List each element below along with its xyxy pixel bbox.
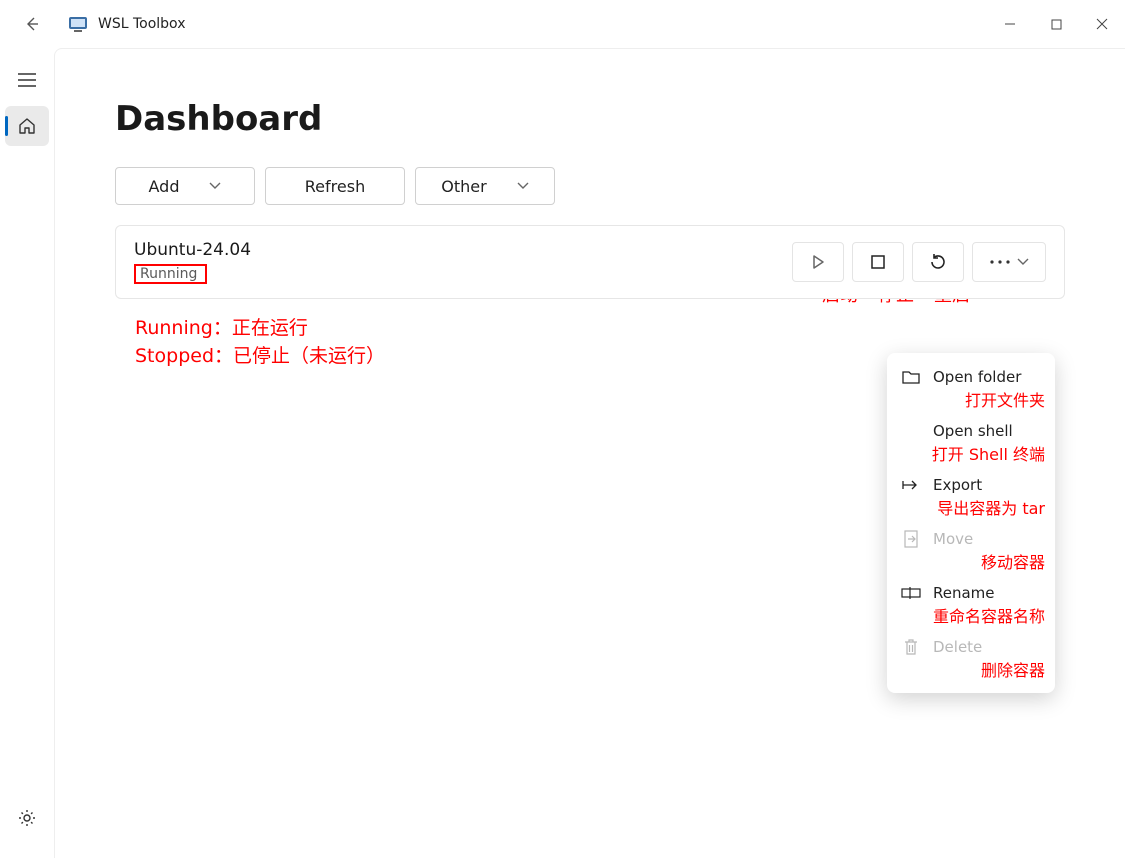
home-icon [18,117,36,135]
menu-export[interactable]: Export [887,469,1055,495]
distro-section: 启动 停止 重启 Ubuntu-24.04 Running [115,225,1065,370]
menu-open-folder[interactable]: Open folder [887,361,1055,387]
more-actions-button[interactable] [972,242,1046,282]
menu-open-folder-label: Open folder [933,368,1021,386]
anno-export: 导出容器为 tar [887,495,1055,523]
menu-export-label: Export [933,476,982,494]
export-icon [901,475,921,495]
menu-open-shell[interactable]: Open shell [887,415,1055,441]
toolbar: Add Refresh Other [115,167,1065,205]
other-button-label: Other [441,177,486,196]
chevron-down-icon [1017,258,1029,266]
refresh-button-label: Refresh [305,177,365,196]
menu-delete: Delete [887,631,1055,657]
window-controls [987,8,1125,40]
app-icon [68,14,88,34]
back-button[interactable] [12,16,52,32]
minimize-button[interactable] [987,8,1033,40]
main-content: Dashboard Add Refresh Other [54,48,1125,858]
chevron-down-icon [517,182,529,190]
play-icon [809,253,827,271]
trash-icon [901,637,921,657]
stop-button[interactable] [852,242,904,282]
menu-open-shell-label: Open shell [933,422,1013,440]
move-icon [901,529,921,549]
folder-icon [901,367,921,387]
start-button[interactable] [792,242,844,282]
app-title-group: WSL Toolbox [68,14,185,34]
anno-rename: 重命名容器名称 [887,603,1055,631]
sidebar [0,48,54,858]
page-title: Dashboard [115,99,1065,139]
distro-card: Ubuntu-24.04 Running [115,225,1065,299]
add-button-label: Add [149,177,180,196]
chevron-down-icon [209,182,221,190]
titlebar: WSL Toolbox [0,0,1125,48]
maximize-icon [1051,19,1062,30]
settings-button[interactable] [5,798,49,838]
sidebar-top [5,60,49,146]
shell-icon [901,421,921,441]
menu-move-label: Move [933,530,973,548]
distro-status: Running [134,264,207,284]
body-area: Dashboard Add Refresh Other [0,48,1125,858]
restart-button[interactable] [912,242,964,282]
context-menu: Open folder 打开文件夹 Open shell 打开 Shell 终端… [887,353,1055,693]
nav-item-home[interactable] [5,106,49,146]
distro-info: Ubuntu-24.04 Running [134,240,251,284]
close-icon [1096,18,1108,30]
rename-icon [901,583,921,603]
more-icon [989,259,1011,265]
close-button[interactable] [1079,8,1125,40]
refresh-button[interactable]: Refresh [265,167,405,205]
app-title: WSL Toolbox [98,16,185,32]
maximize-button[interactable] [1033,8,1079,40]
restart-icon [928,252,948,272]
distro-actions [792,242,1046,282]
anno-move: 移动容器 [887,549,1055,577]
nav-toggle-button[interactable] [5,60,49,100]
menu-move: Move [887,523,1055,549]
other-button[interactable]: Other [415,167,555,205]
menu-delete-label: Delete [933,638,982,656]
anno-delete: 删除容器 [887,657,1055,685]
gear-icon [17,808,37,828]
anno-open-folder: 打开文件夹 [887,387,1055,415]
add-button[interactable]: Add [115,167,255,205]
titlebar-left: WSL Toolbox [12,14,185,34]
anno-open-shell: 打开 Shell 终端 [887,441,1055,469]
distro-name: Ubuntu-24.04 [134,240,251,260]
menu-rename[interactable]: Rename [887,577,1055,603]
legend-running: Running：正在运行 [135,315,1065,343]
menu-rename-label: Rename [933,584,995,602]
app-window: WSL Toolbox [0,0,1125,858]
minimize-icon [1004,18,1016,30]
hamburger-icon [18,73,36,87]
stop-icon [869,253,887,271]
arrow-left-icon [24,16,40,32]
